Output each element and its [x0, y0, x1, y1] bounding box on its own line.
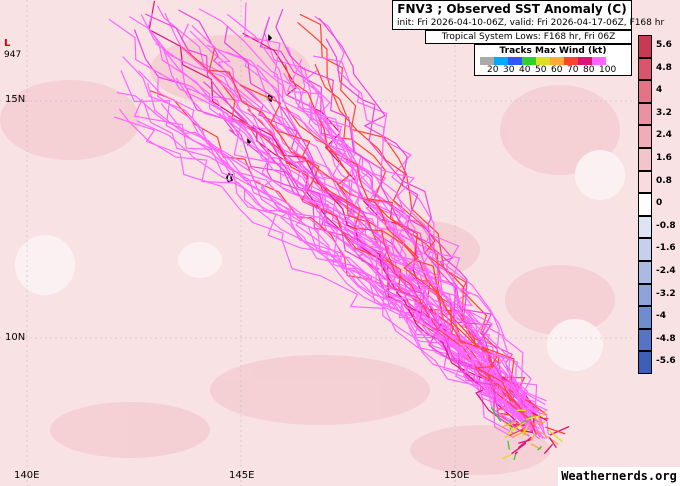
- colorbar-label: 0: [656, 198, 663, 209]
- wind-legend-value: 100: [599, 65, 617, 75]
- wind-legend-title: Tracks Max Wind (kt): [499, 46, 607, 56]
- lon-label-145e: 145E: [229, 470, 255, 481]
- map-title: FNV3 ; Observed SST Anomaly (C): [397, 2, 627, 16]
- wind-swatch: [494, 57, 508, 65]
- map-subtitle: init: Fri 2026-04-10-06Z, valid: Fri 202…: [397, 18, 665, 28]
- lows-label: Tropical System Lows: F168 hr, Fri 06Z: [425, 30, 632, 44]
- wind-legend-swatches: [480, 57, 606, 65]
- colorbar-label: 0.8: [656, 175, 672, 186]
- wind-swatch: [578, 57, 592, 65]
- wind-swatch: [508, 57, 522, 65]
- colorbar-cell: [638, 261, 652, 284]
- storm-low-marker: L: [4, 38, 11, 49]
- colorbar-label: 3.2: [656, 107, 672, 118]
- storm-pressure-label: 947: [4, 50, 22, 60]
- colorbar-cell: [638, 125, 652, 148]
- colorbar-label: -3.2: [656, 288, 676, 299]
- colorbar-label: 2.4: [656, 130, 672, 141]
- wind-swatch: [592, 57, 606, 65]
- colorbar-label: 4.8: [656, 62, 672, 73]
- colorbar-cell: [638, 328, 652, 352]
- sst-colorbar: 5.6 4.8 4 3.2 2.4 1.6 0.8 0 -0.8 -1.6 -2.4 -3.2 -4 -4…: [632, 35, 680, 375]
- colorbar-cell: [638, 35, 652, 58]
- colorbar-label: -1.6: [656, 243, 676, 254]
- colorbar-cell: [638, 170, 652, 194]
- wind-legend-value: 20: [487, 65, 499, 75]
- colorbar-label: -4.8: [656, 333, 676, 344]
- colorbar-cell: [638, 238, 652, 261]
- lon-label-150e: 150E: [444, 470, 470, 481]
- colorbar-cell: [638, 80, 652, 103]
- wind-swatch: [550, 57, 564, 65]
- colorbar-cell: [638, 215, 652, 239]
- lon-label-140e: 140E: [14, 470, 40, 481]
- colorbar-label: -5.6: [656, 356, 676, 367]
- wind-legend-labels: 20 30 40 50 60 70 80 100: [487, 65, 617, 75]
- branding: Weathernerds.org: [558, 467, 680, 486]
- title-box: FNV3 ; Observed SST Anomaly (C) init: Fr…: [392, 0, 664, 30]
- colorbar-label: 5.6: [656, 40, 672, 50]
- colorbar-cell: [638, 306, 652, 329]
- colorbar-cell: [638, 148, 652, 171]
- colorbar-cell: [638, 102, 652, 126]
- wind-legend-value: 60: [551, 65, 563, 75]
- colorbar-label: -2.4: [656, 266, 676, 276]
- wind-swatch: [536, 57, 550, 65]
- colorbar-cell: [638, 351, 652, 374]
- colorbar-label: -0.8: [656, 220, 676, 231]
- colorbar-label: -4: [656, 311, 666, 322]
- wind-swatch: [564, 57, 578, 65]
- wind-legend-value: 70: [567, 65, 579, 75]
- wind-legend: Tracks Max Wind (kt) 20 30 40 50 60 70 80 100: [474, 44, 632, 76]
- wind-legend-value: 80: [583, 65, 595, 75]
- colorbar-cell: [638, 57, 652, 81]
- lat-label-10n: 10N: [5, 332, 26, 343]
- wind-legend-value: 40: [519, 65, 531, 75]
- colorbar-label: 4: [656, 85, 663, 96]
- lat-label-15n: 15N: [5, 94, 26, 105]
- wind-legend-value: 30: [503, 65, 515, 75]
- colorbar-label: 1.6: [656, 153, 672, 163]
- wind-legend-value: 50: [535, 65, 547, 75]
- wind-swatch: [522, 57, 536, 65]
- colorbar-cell: [638, 283, 652, 307]
- colorbar-cell: [638, 193, 652, 216]
- wind-swatch: [480, 57, 494, 65]
